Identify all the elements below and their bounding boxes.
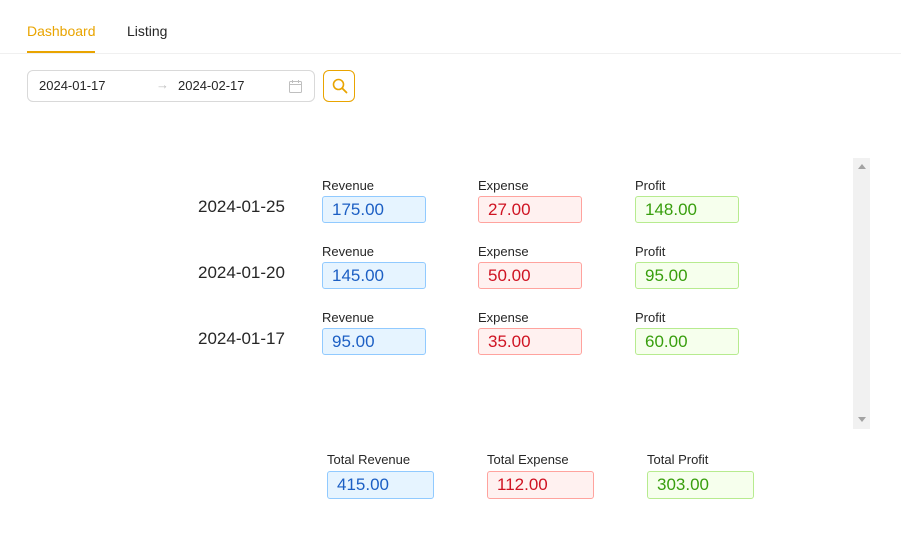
profit-label: Profit (635, 178, 666, 193)
start-date-input[interactable] (39, 71, 149, 101)
revenue-value: 145.00 (322, 262, 426, 289)
profit-value: 148.00 (635, 196, 739, 223)
row-date: 2024-01-20 (198, 263, 285, 282)
scroll-down-arrow-icon[interactable] (858, 417, 866, 422)
row-date: 2024-01-25 (198, 197, 285, 216)
expense-label: Expense (478, 244, 529, 259)
profit-label: Profit (635, 310, 666, 325)
active-tab-indicator (27, 51, 95, 53)
list-item: 2024-01-17 Revenue 95.00 Expense 35.00 P… (0, 308, 850, 368)
list-item: 2024-01-25 Revenue 175.00 Expense 27.00 … (0, 176, 850, 236)
search-icon (332, 78, 348, 94)
revenue-value: 95.00 (322, 328, 426, 355)
list-item: 2024-01-20 Revenue 145.00 Expense 50.00 … (0, 242, 850, 302)
total-profit-label: Total Profit (647, 452, 709, 467)
revenue-value: 175.00 (322, 196, 426, 223)
profit-value: 60.00 (635, 328, 739, 355)
row-date: 2024-01-17 (198, 329, 285, 348)
total-expense-value: 112.00 (487, 471, 594, 499)
search-button[interactable] (323, 70, 355, 102)
total-revenue-label: Total Revenue (327, 452, 411, 467)
calendar-icon[interactable] (289, 80, 302, 93)
date-range-picker[interactable]: → (27, 70, 315, 102)
profit-value: 95.00 (635, 262, 739, 289)
profit-label: Profit (635, 244, 666, 259)
total-profit-value: 303.00 (647, 471, 754, 499)
expense-value: 50.00 (478, 262, 582, 289)
tab-dashboard[interactable]: Dashboard (27, 22, 96, 40)
revenue-label: Revenue (322, 178, 375, 193)
total-revenue-value: 415.00 (327, 471, 434, 499)
total-expense-label: Total Expense (487, 452, 569, 467)
revenue-label: Revenue (322, 310, 375, 325)
expense-value: 27.00 (478, 196, 582, 223)
range-separator: → (156, 77, 169, 92)
expense-value: 35.00 (478, 328, 582, 355)
end-date-input[interactable] (178, 71, 284, 101)
list-scrollbar[interactable] (853, 158, 870, 429)
scroll-up-arrow-icon[interactable] (858, 164, 866, 169)
expense-label: Expense (478, 178, 529, 193)
revenue-label: Revenue (322, 244, 375, 259)
expense-label: Expense (478, 310, 529, 325)
tab-bar: Dashboard Listing (0, 0, 901, 54)
tab-listing[interactable]: Listing (127, 22, 167, 40)
